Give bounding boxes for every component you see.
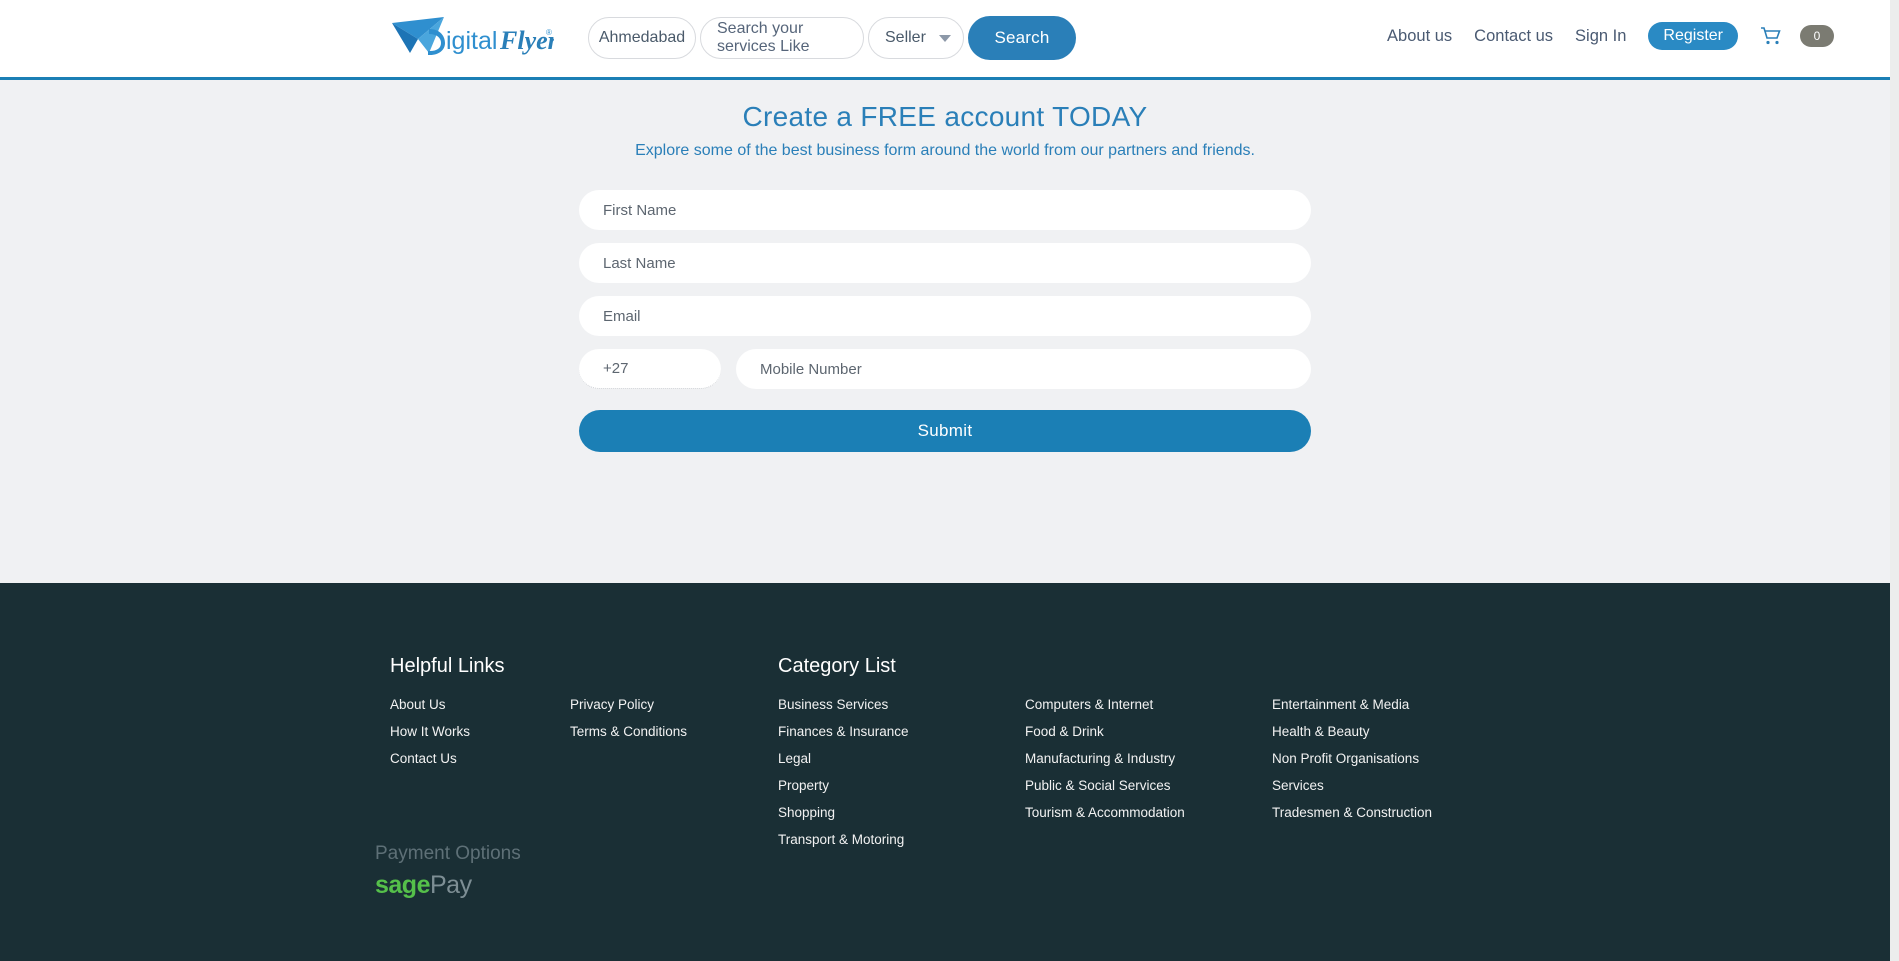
country-code-value: +27 <box>603 360 629 377</box>
footer-link[interactable]: How It Works <box>390 724 570 739</box>
search-query-input[interactable]: Search your services Like <box>700 17 864 59</box>
email-placeholder: Email <box>603 307 641 325</box>
category-link[interactable]: Property <box>778 778 1025 793</box>
last-name-placeholder: Last Name <box>603 254 676 272</box>
category-link[interactable]: Non Profit Organisations <box>1272 751 1432 766</box>
search-city-value: Ahmedabad <box>598 29 686 46</box>
last-name-field[interactable]: Last Name <box>579 243 1311 283</box>
category-link[interactable]: Tradesmen & Construction <box>1272 805 1432 820</box>
first-name-placeholder: First Name <box>603 201 677 219</box>
category-column-2: Computers & Internet Food & Drink Manufa… <box>1025 697 1272 859</box>
category-link[interactable]: Finances & Insurance <box>778 724 1025 739</box>
footer-link[interactable]: Terms & Conditions <box>570 724 687 739</box>
page-subtitle: Explore some of the best business form a… <box>635 142 1255 159</box>
cart-count-badge: 0 <box>1800 25 1834 47</box>
phone-row: +27 Mobile Number <box>579 349 1311 389</box>
submit-button[interactable]: Submit <box>579 410 1311 452</box>
mobile-number-placeholder: Mobile Number <box>760 360 862 378</box>
header-nav: About us Contact us Sign In Register 0 <box>1387 22 1834 50</box>
category-column-3: Entertainment & Media Health & Beauty No… <box>1272 697 1432 859</box>
footer-link[interactable]: About Us <box>390 697 570 712</box>
helpful-links-section: Helpful Links About Us How It Works Cont… <box>390 655 687 778</box>
signup-form: First Name Last Name Email +27 Mobile Nu… <box>579 190 1311 452</box>
logo-icon: igital Flyer ® <box>392 17 554 55</box>
category-link[interactable]: Food & Drink <box>1025 724 1272 739</box>
helpful-links-column-2: Privacy Policy Terms & Conditions <box>570 697 687 778</box>
nav-item-sign-in[interactable]: Sign In <box>1575 27 1626 46</box>
category-link[interactable]: Manufacturing & Industry <box>1025 751 1272 766</box>
search-role-select[interactable]: Seller <box>868 17 964 59</box>
chevron-down-icon <box>939 34 951 42</box>
payment-options-section: Payment Options sagePay <box>375 843 521 900</box>
svg-text:igital: igital <box>446 27 497 55</box>
cart-icon[interactable] <box>1760 26 1782 46</box>
sagepay-pay-text: Pay <box>429 871 472 899</box>
category-link[interactable]: Computers & Internet <box>1025 697 1272 712</box>
sagepay-logo: sagePay <box>375 871 521 900</box>
category-column-1: Business Services Finances & Insurance L… <box>778 697 1025 859</box>
payment-options-label: Payment Options <box>375 843 521 864</box>
page-title: Create a FREE account TODAY <box>742 101 1148 132</box>
category-link[interactable]: Tourism & Accommodation <box>1025 805 1272 820</box>
page-root: igital Flyer ® Ahmedabad Search your ser… <box>0 0 1890 961</box>
first-name-field[interactable]: First Name <box>579 190 1311 230</box>
category-link[interactable]: Transport & Motoring <box>778 832 1025 847</box>
sagepay-sage-text: sage <box>375 871 430 899</box>
category-link[interactable]: Health & Beauty <box>1272 724 1432 739</box>
search-city-input[interactable]: Ahmedabad <box>588 17 696 59</box>
country-code-field[interactable]: +27 <box>579 349 721 389</box>
footer-link[interactable]: Privacy Policy <box>570 697 687 712</box>
search-bar: Ahmedabad Search your services Like Sell… <box>588 16 1076 60</box>
nav-item-contact-us[interactable]: Contact us <box>1474 27 1553 46</box>
category-list-title: Category List <box>778 655 896 677</box>
category-link[interactable]: Services <box>1272 778 1432 793</box>
category-link[interactable]: Shopping <box>778 805 1025 820</box>
category-list-section: Category List Business Services Finances… <box>778 655 1432 859</box>
nav-item-about-us[interactable]: About us <box>1387 27 1452 46</box>
site-header: igital Flyer ® Ahmedabad Search your ser… <box>0 0 1890 80</box>
helpful-links-column-1: About Us How It Works Contact Us <box>390 697 570 778</box>
category-link[interactable]: Legal <box>778 751 1025 766</box>
email-field[interactable]: Email <box>579 296 1311 336</box>
footer-link[interactable]: Contact Us <box>390 751 570 766</box>
site-footer: Helpful Links About Us How It Works Cont… <box>0 583 1890 961</box>
helpful-links-title: Helpful Links <box>390 655 505 677</box>
svg-text:®: ® <box>546 28 552 37</box>
main-content: Create a FREE account TODAY Explore some… <box>0 80 1890 583</box>
category-link[interactable]: Public & Social Services <box>1025 778 1272 793</box>
search-button[interactable]: Search <box>968 16 1076 60</box>
category-link[interactable]: Business Services <box>778 697 1025 712</box>
category-link[interactable]: Entertainment & Media <box>1272 697 1432 712</box>
logo-digitalflyer[interactable]: igital Flyer ® <box>388 13 554 59</box>
register-button[interactable]: Register <box>1648 22 1738 50</box>
search-role-value: Seller <box>885 29 926 46</box>
search-query-placeholder: Search your services Like <box>717 20 810 55</box>
mobile-number-field[interactable]: Mobile Number <box>736 349 1311 389</box>
